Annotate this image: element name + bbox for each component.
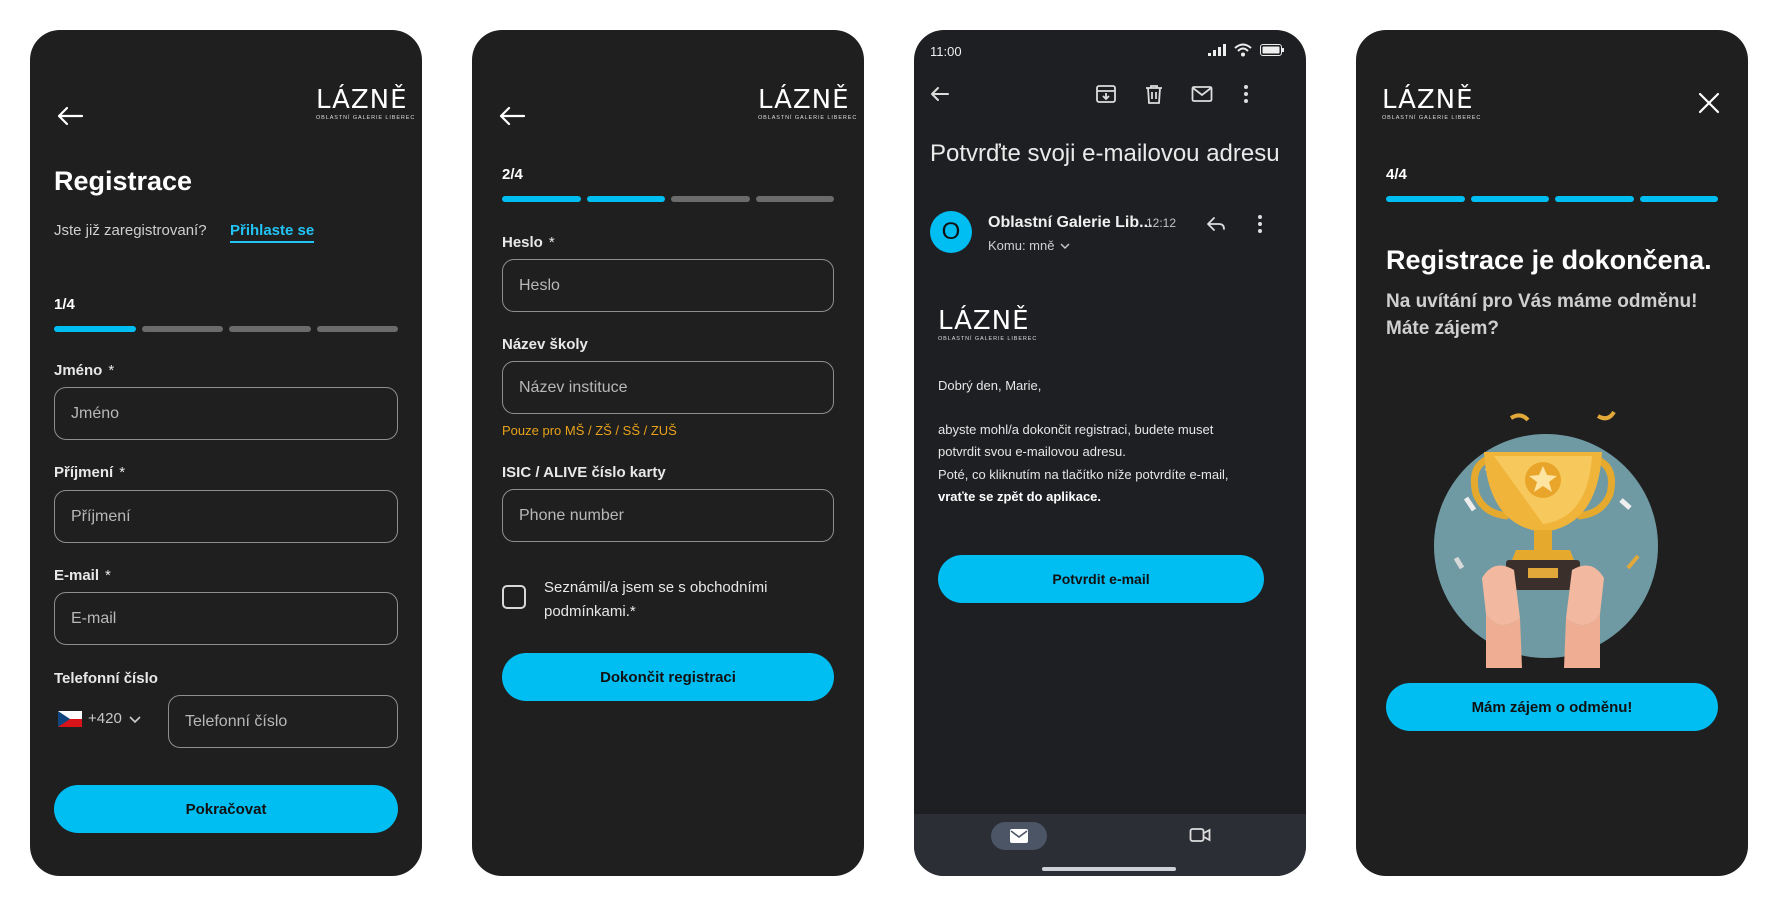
status-icons <box>1208 43 1284 57</box>
terms-checkbox[interactable] <box>502 585 526 609</box>
school-hint: Pouze pro MŠ / ZŠ / SŠ / ZUŠ <box>502 423 677 438</box>
trophy-illustration <box>1434 410 1658 668</box>
chevron-down-icon <box>1060 243 1070 249</box>
completion-subtitle: Na uvítání pro Vás máme odměnu! Máte záj… <box>1386 291 1698 339</box>
step-indicator: 4/4 <box>1386 166 1407 183</box>
lazne-logo: LÁZNĚ OBLASTNÍ GALERIE LIBEREC <box>758 85 858 121</box>
progress-bar <box>1386 196 1718 202</box>
first-name-label: Jméno * <box>54 362 115 379</box>
lazne-logo: LÁZNĚ OBLASTNÍ GALERIE LIBEREC <box>938 306 1038 342</box>
progress-segment <box>671 196 750 202</box>
step-indicator: 2/4 <box>502 166 523 183</box>
video-icon[interactable] <box>1189 826 1211 844</box>
progress-segment <box>502 196 581 202</box>
wifi-icon <box>1234 43 1252 57</box>
close-icon[interactable] <box>1696 90 1722 116</box>
trash-icon[interactable] <box>1142 82 1166 106</box>
email-paragraph-2: Poté, co kliknutím na tlačítko níže potv… <box>938 467 1229 504</box>
progress-bar <box>502 196 834 202</box>
progress-segment <box>1386 196 1465 202</box>
first-name-input[interactable]: Jméno <box>54 387 398 440</box>
status-time: 11:00 <box>930 44 962 59</box>
school-placeholder: Název instituce <box>519 378 628 396</box>
last-name-label: Příjmení * <box>54 464 126 481</box>
progress-segment <box>316 326 398 332</box>
reply-icon[interactable] <box>1204 212 1228 236</box>
email-subject: Potvrďte svoji e-mailovou adresu <box>930 140 1280 167</box>
page-title: Registrace <box>54 166 193 196</box>
step-indicator: 1/4 <box>54 296 75 313</box>
czech-flag-icon <box>58 710 82 727</box>
email-greeting: Dobrý den, Marie, <box>938 378 1042 393</box>
battery-icon <box>1260 44 1284 56</box>
card-number-placeholder: Phone number <box>519 506 624 524</box>
email-input[interactable]: E-mail <box>54 592 398 645</box>
recipient-toggle[interactable]: Komu: mně <box>988 238 1070 253</box>
progress-segment <box>1470 196 1549 202</box>
back-arrow-icon[interactable] <box>54 100 86 132</box>
last-name-placeholder: Příjmení <box>71 507 131 525</box>
password-placeholder: Heslo <box>519 276 560 294</box>
home-indicator <box>1042 867 1176 871</box>
card-number-input[interactable]: Phone number <box>502 489 834 542</box>
mail-icon <box>1010 829 1028 843</box>
more-vert-icon[interactable] <box>1234 82 1258 106</box>
email-paragraph-1: abyste mohl/a dokončit registraci, budet… <box>938 422 1214 459</box>
card-number-label: ISIC / ALIVE číslo karty <box>502 464 666 481</box>
finish-registration-button[interactable]: Dokončit registraci <box>502 653 834 701</box>
country-code: +420 <box>88 710 122 727</box>
progress-segment <box>141 326 223 332</box>
lazne-logo: LÁZNĚ OBLASTNÍ GALERIE LIBEREC <box>316 85 416 121</box>
password-label: Heslo * <box>502 234 555 251</box>
email-placeholder: E-mail <box>71 609 117 627</box>
progress-segment <box>586 196 665 202</box>
login-link[interactable]: Přihlaste se <box>230 222 315 243</box>
confirm-email-button[interactable]: Potvrdit e-mail <box>938 555 1264 603</box>
continue-button[interactable]: Pokračovat <box>54 785 398 833</box>
avatar: O <box>930 211 972 253</box>
mail-icon[interactable] <box>1190 82 1214 106</box>
country-code-select[interactable]: +420 <box>58 710 142 727</box>
bottom-navigation <box>914 814 1306 876</box>
school-label: Název školy <box>502 336 588 353</box>
progress-segment <box>755 196 834 202</box>
registration-complete-screen: LÁZNĚ OBLASTNÍ GALERIE LIBEREC 4/4 Regis… <box>1356 30 1748 876</box>
registration-step-1-screen: LÁZNĚ OBLASTNÍ GALERIE LIBEREC Registrac… <box>30 30 422 876</box>
lazne-logo: LÁZNĚ OBLASTNÍ GALERIE LIBEREC <box>1382 85 1482 121</box>
signal-icon <box>1208 44 1226 56</box>
more-vert-icon[interactable] <box>1248 212 1272 236</box>
back-arrow-icon[interactable] <box>496 100 528 132</box>
chevron-down-icon <box>129 715 141 723</box>
archive-icon[interactable] <box>1094 82 1118 106</box>
school-input[interactable]: Název instituce <box>502 361 834 414</box>
email-confirmation-screen: 11:00 Potvrďte svoji e-mailovou adresu O… <box>914 30 1306 876</box>
recipient-text: Komu: mně <box>988 238 1055 253</box>
mail-tab[interactable] <box>991 822 1047 850</box>
progress-segment <box>1639 196 1718 202</box>
first-name-placeholder: Jméno <box>71 404 120 422</box>
password-input[interactable]: Heslo <box>502 259 834 312</box>
already-registered-text: Jste již zaregistrovaní? <box>54 222 207 239</box>
progress-segment <box>54 326 136 332</box>
phone-input[interactable]: Telefonní číslo <box>168 695 398 748</box>
progress-bar <box>54 326 398 332</box>
last-name-input[interactable]: Příjmení <box>54 490 398 543</box>
terms-text: Seznámil/a jsem se s obchodními podmínka… <box>544 579 768 620</box>
progress-segment <box>229 326 311 332</box>
sender-name: Oblastní Galerie Lib... <box>988 214 1153 231</box>
email-time: 12:12 <box>1146 216 1177 230</box>
back-arrow-icon[interactable] <box>928 82 952 106</box>
claim-reward-button[interactable]: Mám zájem o odměnu! <box>1386 683 1718 731</box>
registration-step-2-screen: LÁZNĚ OBLASTNÍ GALERIE LIBEREC 2/4 Heslo… <box>472 30 864 876</box>
phone-placeholder: Telefonní číslo <box>185 712 288 730</box>
email-label: E-mail * <box>54 567 111 584</box>
progress-segment <box>1555 196 1634 202</box>
phone-label: Telefonní číslo <box>54 670 158 687</box>
completion-title: Registrace je dokončena. <box>1386 245 1712 275</box>
